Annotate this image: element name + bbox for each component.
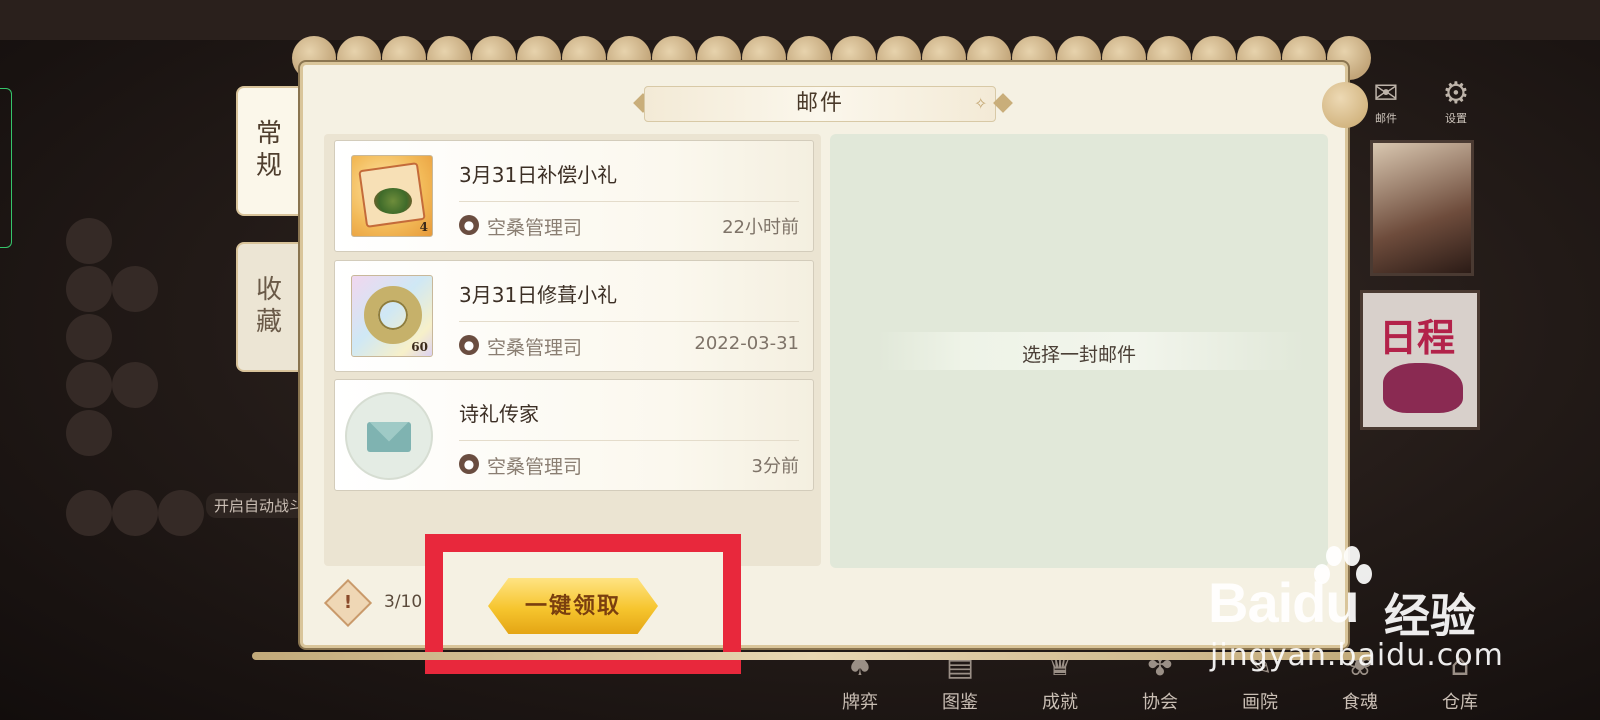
bg-decor-dot <box>66 410 112 456</box>
tab-favorites-label: 收藏 <box>255 275 282 337</box>
watermark-logo: Baidu <box>1208 571 1360 634</box>
tab-normal-label: 常规 <box>255 119 282 181</box>
bg-decor-dot <box>66 266 112 312</box>
left-edge-frame <box>0 88 12 248</box>
divider <box>459 201 799 202</box>
schedule-poster[interactable]: 日程 <box>1360 290 1480 430</box>
mail-time: 2022-03-31 <box>694 333 799 354</box>
jade-ring-icon: 60 <box>351 275 433 357</box>
mail-title: 3月31日修葺小礼 <box>459 283 618 307</box>
baidu-watermark: Baidu 经验 jingyan.baidu.com <box>1190 540 1503 680</box>
watermark-product: 经验 <box>1384 589 1476 643</box>
detail-placeholder: 选择一封邮件 <box>1021 344 1136 366</box>
envelope-icon <box>345 392 433 480</box>
tab-normal[interactable]: 常规 <box>236 86 300 216</box>
watermark-url: jingyan.baidu.com <box>1210 638 1504 673</box>
divider <box>459 440 799 441</box>
mail-title: 诗礼传家 <box>459 402 539 426</box>
bg-settings-shortcut[interactable]: ⚙ 设置 <box>1432 78 1480 126</box>
bg-mail-shortcut[interactable]: ✉ 邮件 <box>1362 78 1410 126</box>
item-count: 4 <box>419 220 428 234</box>
user-icon: ● <box>459 335 479 355</box>
mail-sender: 空桑管理司 <box>487 456 583 478</box>
horse-icon <box>1383 363 1463 413</box>
mail-sender: 空桑管理司 <box>487 217 583 239</box>
bg-decor-dot <box>66 218 112 264</box>
title-spark-icon: ✧ <box>974 94 988 113</box>
bg-decor-dot <box>66 314 112 360</box>
game-top-bar <box>0 0 1600 40</box>
mail-time: 22小时前 <box>722 217 799 238</box>
user-icon: ● <box>459 215 479 235</box>
mail-icon: ✉ <box>1373 76 1399 111</box>
auto-battle-label[interactable]: 开启自动战斗 <box>206 493 313 518</box>
mail-count: 3/10 <box>384 592 423 612</box>
poster-text: 日程 <box>1379 315 1456 360</box>
panel-corner-ornament <box>1322 82 1368 128</box>
mail-item[interactable]: 4 3月31日补偿小礼 ● 空桑管理司 22小时前 <box>334 140 814 252</box>
bg-decor-dot <box>112 362 158 408</box>
item-count: 60 <box>411 340 428 354</box>
bg-decor-dot <box>158 490 204 536</box>
user-icon: ● <box>459 454 479 474</box>
mail-title: 3月31日补偿小礼 <box>459 163 618 187</box>
bg-decor-dot <box>66 362 112 408</box>
gear-icon: ⚙ <box>1442 76 1470 111</box>
panel-title: 邮件 <box>644 86 996 122</box>
bg-decor-dot <box>112 266 158 312</box>
gift-scroll-icon: 4 <box>351 155 433 237</box>
divider <box>459 321 799 322</box>
mail-sender: 空桑管理司 <box>487 337 583 359</box>
tab-favorites[interactable]: 收藏 <box>236 242 300 372</box>
bg-decor-dot <box>112 490 158 536</box>
mail-item[interactable]: 诗礼传家 ● 空桑管理司 3分前 <box>334 379 814 491</box>
mail-time: 3分前 <box>751 456 799 477</box>
character-portrait[interactable] <box>1370 140 1474 276</box>
bg-decor-dot <box>66 490 112 536</box>
mail-item[interactable]: 60 3月31日修葺小礼 ● 空桑管理司 2022-03-31 <box>334 260 814 372</box>
